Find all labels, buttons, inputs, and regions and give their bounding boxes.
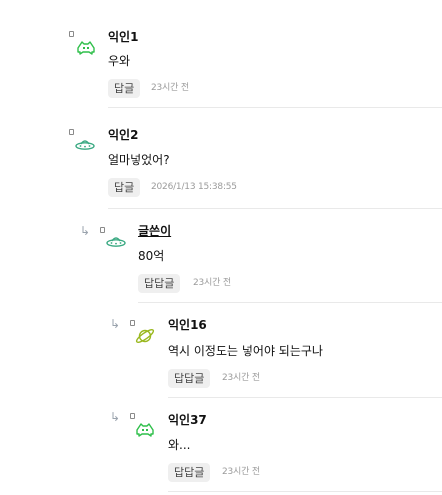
- comment-text: 와...: [168, 438, 191, 452]
- planet-icon: [135, 329, 155, 343]
- comment-text: 역시 이정도는 넣어야 되는구나: [168, 344, 323, 358]
- comment-text: 80억: [138, 249, 165, 263]
- space-invader-icon: [136, 423, 154, 437]
- comment-author[interactable]: 익인1: [108, 30, 138, 44]
- comment-divider: [138, 302, 442, 303]
- comment-text: 우와: [108, 54, 131, 68]
- comment-thread: { "comments": [ { "author": "익인1", "text…: [0, 0, 442, 495]
- reply-arrow-icon: ↳: [110, 317, 121, 331]
- space-invader-icon: [77, 41, 95, 55]
- reply-button[interactable]: 답답글: [168, 369, 211, 388]
- ufo-icon: [75, 140, 95, 150]
- comment-author[interactable]: 익인16: [168, 318, 207, 332]
- comment-author-op[interactable]: 글쓴이: [138, 224, 171, 238]
- comment-divider: [168, 397, 442, 398]
- comment-divider: [108, 107, 442, 108]
- comment-divider: [168, 491, 442, 492]
- comment-time: 2026/1/13 15:38:55: [151, 182, 237, 192]
- comment-time: 23시간 전: [222, 373, 260, 383]
- comment-time: 23시간 전: [193, 278, 231, 288]
- reply-button[interactable]: 답글: [108, 79, 141, 98]
- reply-button[interactable]: 답답글: [168, 463, 211, 482]
- reply-arrow-icon: ↳: [110, 410, 121, 424]
- comment-divider: [108, 208, 442, 209]
- indent-marker: [69, 31, 74, 37]
- comment-time: 23시간 전: [151, 83, 189, 93]
- comment-text: 얼마넣었어?: [108, 153, 170, 167]
- comment-author[interactable]: 익인37: [168, 413, 207, 427]
- reply-button[interactable]: 답글: [108, 178, 141, 197]
- reply-button[interactable]: 답답글: [138, 274, 181, 293]
- comment-author[interactable]: 익인2: [108, 128, 138, 142]
- ufo-icon: [106, 237, 126, 247]
- comment-time: 23시간 전: [222, 467, 260, 477]
- comment-item: 익인1 우와 답글 23시간 전: [0, 0, 442, 108]
- reply-arrow-icon: ↳: [80, 224, 91, 238]
